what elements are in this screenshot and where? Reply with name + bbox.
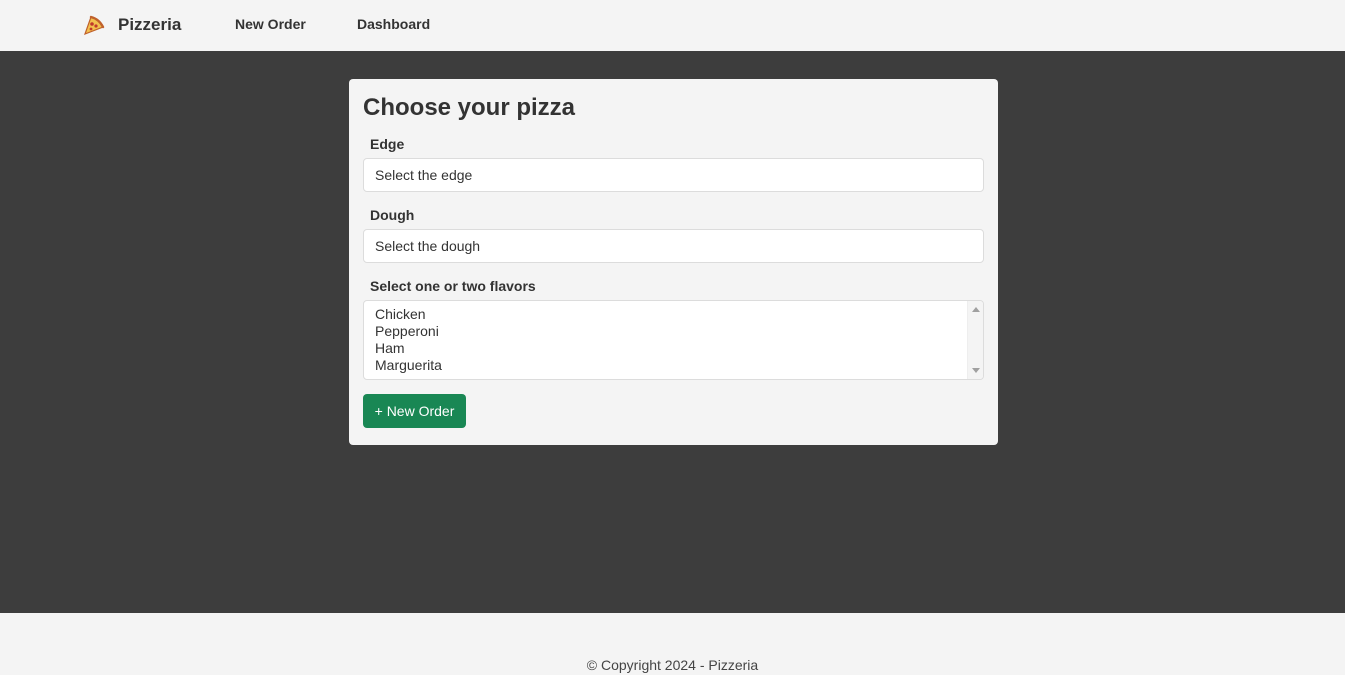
edge-select[interactable]: Select the edge [363,158,984,192]
footer: © Copyright 2024 - Pizzeria [0,613,1345,675]
brand-link[interactable]: Pizzeria [82,12,181,38]
order-form-card: Choose your pizza Edge Select the edge D… [349,79,998,445]
brand-label: Pizzeria [118,15,182,34]
pizza-slice-icon [82,13,106,37]
edge-label: Edge [370,136,405,152]
dough-select[interactable]: Select the dough [363,229,984,263]
flavor-option-marguerita[interactable]: Marguerita [375,357,972,374]
scroll-up-icon[interactable] [972,307,980,312]
nav-new-order-link[interactable]: New Order [235,16,306,32]
dough-select-value: Select the dough [375,238,481,254]
navbar: Pizzeria New Order Dashboard [0,0,1345,51]
main-content: Choose your pizza Edge Select the edge D… [0,51,1345,613]
new-order-button[interactable]: + New Order [363,394,466,428]
flavors-label: Select one or two flavors [370,278,536,294]
copyright-text: © Copyright 2024 - Pizzeria [586,657,759,673]
nav-dashboard-link[interactable]: Dashboard [357,16,430,32]
listbox-scrollbar[interactable] [967,301,983,379]
flavor-option-pepperoni[interactable]: Pepperoni [375,323,972,340]
dough-label: Dough [370,207,415,223]
scroll-down-icon[interactable] [972,368,980,373]
page-title: Choose your pizza [363,94,576,121]
edge-select-value: Select the edge [375,167,473,183]
flavor-option-chicken[interactable]: Chicken [375,306,972,323]
flavors-listbox[interactable]: Chicken Pepperoni Ham Marguerita [363,300,984,380]
flavor-option-ham[interactable]: Ham [375,340,972,357]
